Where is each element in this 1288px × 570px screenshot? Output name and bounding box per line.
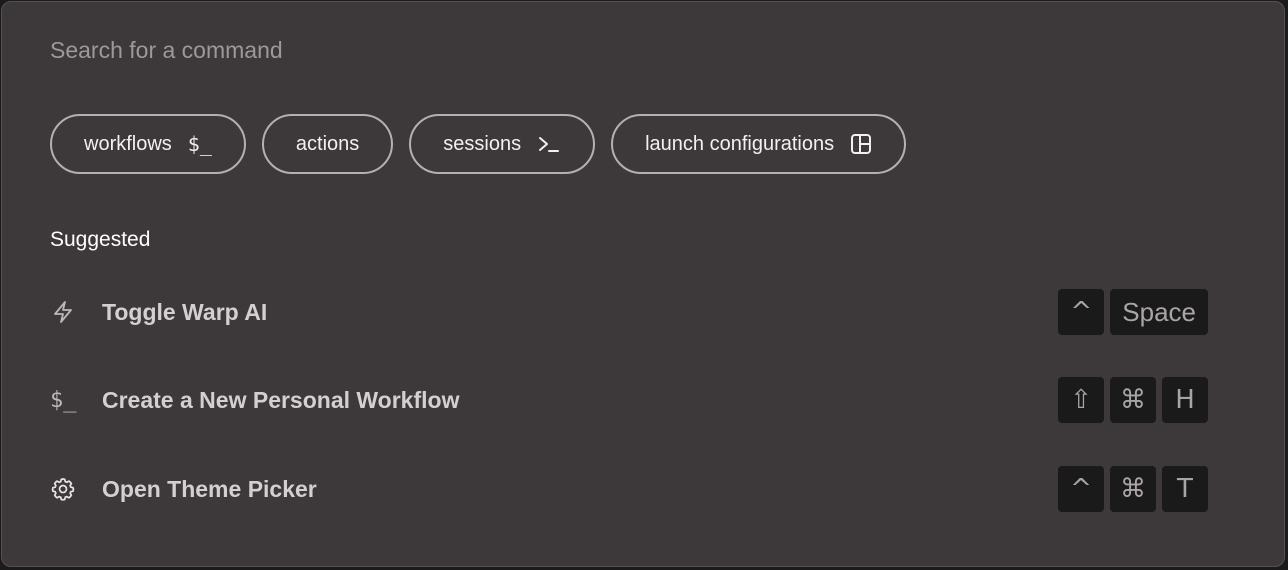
suggested-section-title: Suggested — [50, 228, 151, 251]
gear-icon — [50, 476, 102, 502]
filter-chip-label: actions — [295, 132, 360, 155]
command-item-create-personal-workflow[interactable]: $_ Create a New Personal Workflow ⇧ ⌘ H — [50, 376, 1208, 424]
filter-chip-launch-configurations[interactable]: launch configurations — [611, 114, 907, 174]
filter-chip-label: workflows — [84, 132, 172, 155]
filter-chip-label: sessions — [443, 132, 522, 155]
command-item-label: Open Theme Picker — [102, 475, 317, 502]
terminal-prompt-icon — [537, 134, 561, 154]
command-item-label: Toggle Warp AI — [102, 298, 268, 325]
key-ctrl: ^ — [1058, 289, 1105, 335]
key-t: T — [1162, 466, 1208, 512]
keyboard-shortcut: ^ ⌘ T — [1058, 466, 1208, 512]
dollar-prompt-icon: $_ — [187, 132, 212, 156]
dollar-prompt-icon: $_ — [50, 387, 77, 413]
key-space: Space — [1110, 289, 1208, 335]
key-h: H — [1162, 377, 1208, 423]
command-item-label: Create a New Personal Workflow — [102, 386, 460, 413]
filter-chip-workflows[interactable]: workflows $_ — [50, 114, 246, 174]
filter-chip-sessions[interactable]: sessions — [409, 114, 596, 174]
command-item-open-theme-picker[interactable]: Open Theme Picker ^ ⌘ T — [50, 465, 1208, 513]
command-search-input[interactable] — [50, 32, 1230, 68]
layout-icon — [850, 133, 872, 155]
command-palette: workflows $_ actions sessions launch con… — [1, 1, 1285, 567]
lightning-icon — [50, 299, 102, 325]
key-cmd: ⌘ — [1110, 377, 1156, 423]
filter-chip-actions[interactable]: actions — [261, 114, 394, 174]
keyboard-shortcut: ^ Space — [1058, 289, 1208, 335]
key-shift: ⇧ — [1058, 377, 1104, 423]
filter-chips: workflows $_ actions sessions launch con… — [50, 114, 907, 174]
key-ctrl: ^ — [1058, 466, 1104, 512]
key-cmd: ⌘ — [1110, 466, 1156, 512]
keyboard-shortcut: ⇧ ⌘ H — [1058, 377, 1208, 423]
command-item-toggle-warp-ai[interactable]: Toggle Warp AI ^ Space — [50, 288, 1208, 336]
filter-chip-label: launch configurations — [645, 132, 835, 155]
